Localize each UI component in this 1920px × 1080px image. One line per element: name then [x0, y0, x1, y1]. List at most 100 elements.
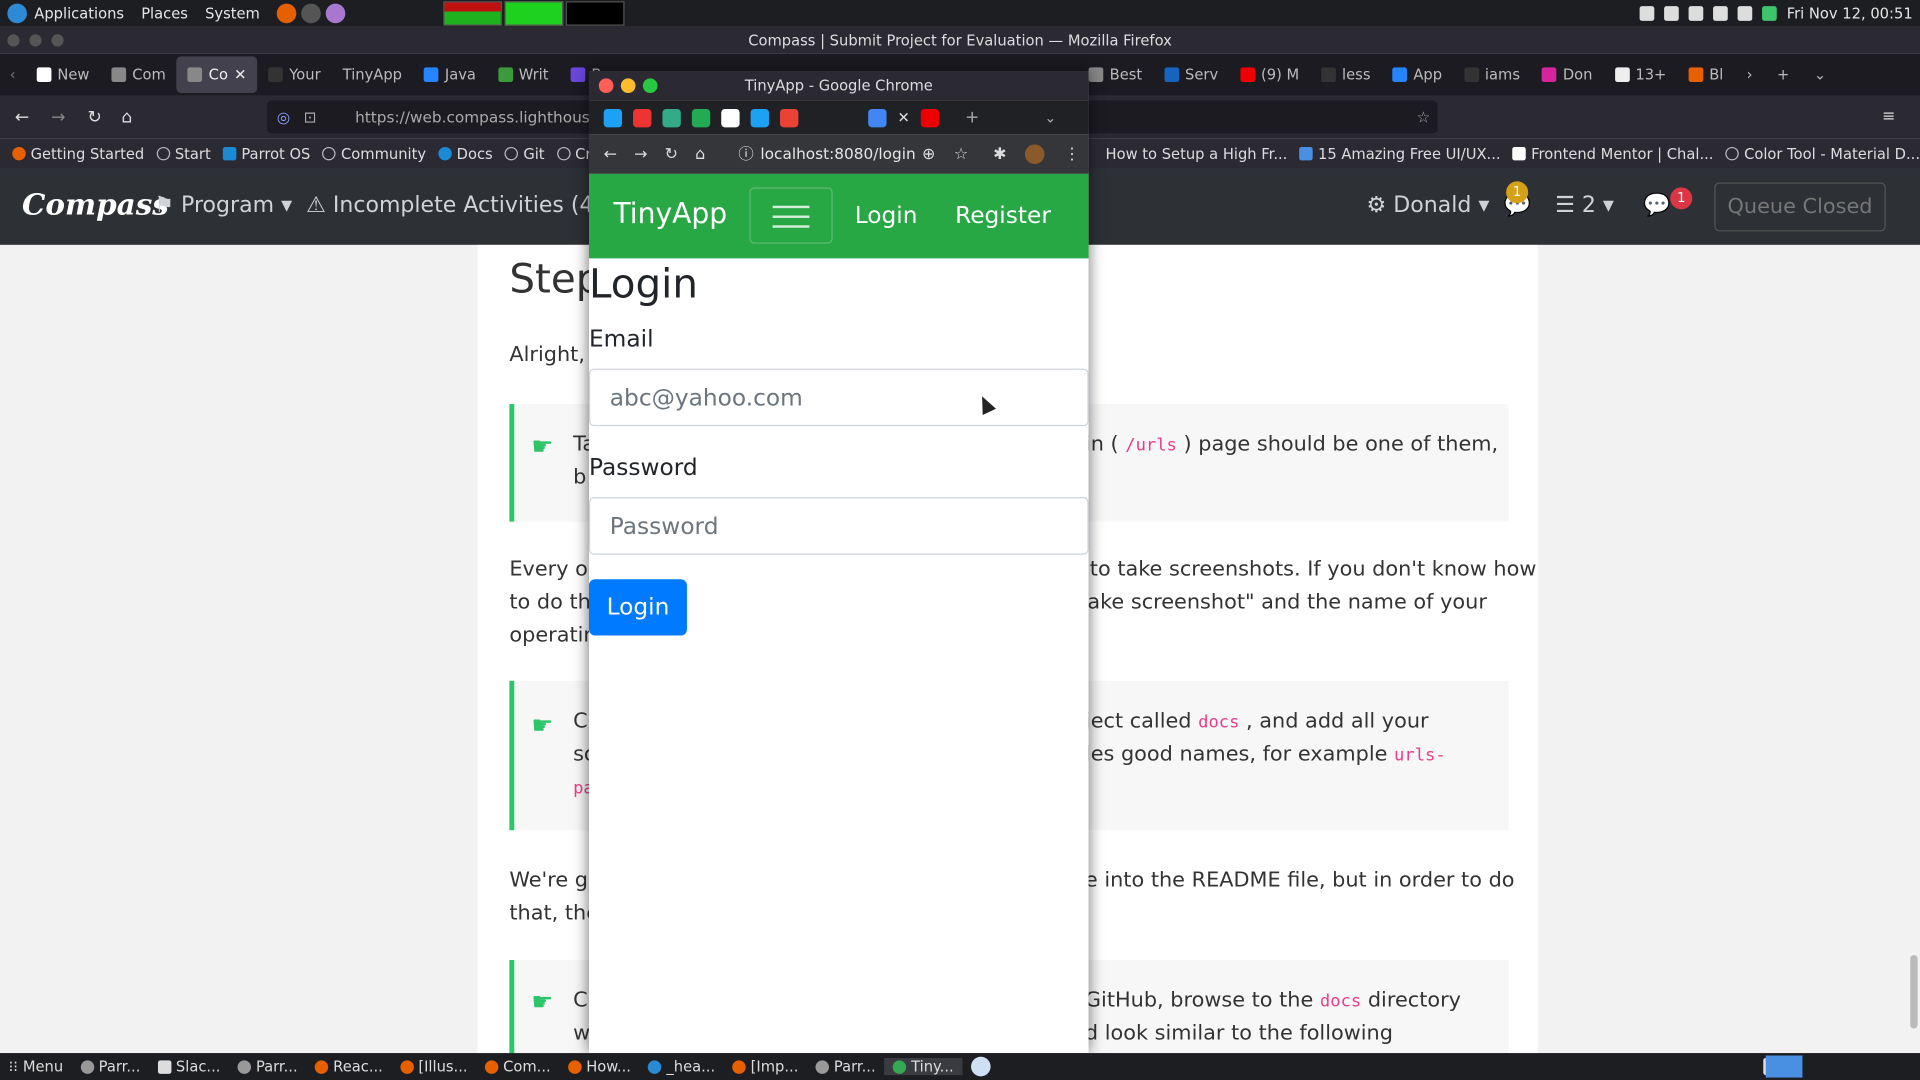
applications-menu[interactable]: Applications	[34, 5, 124, 22]
minimize-window-icon[interactable]	[620, 78, 636, 94]
display-icon[interactable]	[1688, 6, 1704, 21]
tab-favicon-icon[interactable]	[633, 108, 652, 127]
taskbar-item[interactable]: How...	[559, 1058, 639, 1075]
firefox-tab-active[interactable]: Co ✕	[176, 56, 258, 94]
taskbar-item[interactable]: Reac...	[306, 1058, 391, 1075]
terminal-launcher-icon[interactable]	[301, 3, 322, 24]
firefox-tab[interactable]: Com	[100, 56, 176, 93]
bookmark-star-icon[interactable]: ☆	[1416, 100, 1430, 133]
new-tab-icon[interactable]: +	[1765, 66, 1802, 83]
bookmark-item[interactable]: Start	[156, 145, 211, 162]
chrome-tab-search-icon[interactable]: ⌄	[1044, 109, 1056, 126]
firefox-tab[interactable]: iams	[1453, 56, 1531, 93]
bookmark-item[interactable]: Parrot OS	[222, 145, 310, 162]
battery-icon[interactable]	[1762, 6, 1777, 21]
workspace-switcher[interactable]	[1765, 1055, 1803, 1078]
firefox-tab[interactable]: 13+	[1604, 56, 1678, 93]
info-icon[interactable]: ⓘ	[738, 140, 753, 169]
firefox-tab[interactable]: less	[1310, 56, 1381, 93]
chrome-back-icon[interactable]: ←	[604, 145, 617, 163]
chrome-tab-close-icon[interactable]: ✕	[898, 109, 910, 126]
chrome-menu-icon[interactable]: ⋮	[1064, 145, 1080, 163]
taskbar-item[interactable]: Parr...	[807, 1058, 884, 1075]
list-dropdown[interactable]: ☰ 2 ▾	[1555, 192, 1614, 218]
tab-favicon-icon[interactable]	[839, 108, 857, 126]
messages-button[interactable]: 💬	[1643, 192, 1670, 218]
taskbar-item[interactable]: Parr...	[229, 1058, 306, 1075]
bluetooth-icon[interactable]	[1664, 6, 1679, 21]
bookmark-item[interactable]: Git	[504, 145, 545, 162]
bookmark-item[interactable]: Docs	[438, 145, 493, 162]
bookmark-item[interactable]: Community	[322, 145, 426, 162]
firefox-tab[interactable]: App	[1382, 56, 1454, 93]
places-menu[interactable]: Places	[141, 5, 188, 22]
compass-logo[interactable]: Compass	[22, 186, 169, 222]
firefox-tab[interactable]: New	[25, 56, 100, 93]
tab-favicon-icon[interactable]	[721, 108, 740, 127]
min-dot-icon[interactable]	[29, 34, 42, 47]
firefox-tab[interactable]: Your	[257, 56, 331, 93]
chrome-forward-icon[interactable]: →	[634, 145, 647, 163]
queue-closed-button[interactable]: Queue Closed	[1714, 182, 1886, 232]
taskbar-item[interactable]: Parr...	[72, 1058, 149, 1075]
email-field[interactable]: abc@yahoo.com	[588, 368, 1089, 427]
taskbar-item[interactable]: [Illus...	[391, 1058, 476, 1075]
back-icon[interactable]: ←	[15, 107, 29, 127]
user-dropdown[interactable]: ⚙ Donald ▾	[1367, 192, 1490, 218]
chrome-home-icon[interactable]: ⌂	[695, 145, 705, 163]
settings-tray-icon[interactable]	[1639, 6, 1655, 21]
bookmark-item[interactable]: Frontend Mentor | Chal...	[1512, 145, 1713, 162]
lock-icon[interactable]: ⊡	[304, 100, 317, 133]
password-field[interactable]: Password	[588, 497, 1089, 555]
firefox-tab[interactable]: Serv	[1153, 56, 1229, 93]
gmail-icon[interactable]	[780, 108, 799, 127]
nav-register-link[interactable]: Register	[955, 202, 1051, 229]
bookmark-item[interactable]: 15 Amazing Free UI/UX...	[1299, 145, 1501, 162]
tab-favicon-icon[interactable]	[809, 108, 827, 126]
tab-favicon-icon[interactable]	[691, 108, 711, 127]
incomplete-activities-link[interactable]: ⚠ Incomplete Activities (4)	[306, 192, 602, 218]
chrome-bookmark-icon[interactable]: ☆	[954, 145, 968, 163]
bookmark-item[interactable]: How to Setup a High Fr...	[1106, 145, 1288, 162]
tab-favicon-icon[interactable]	[662, 108, 681, 127]
zoom-icon[interactable]: ⊕	[922, 145, 935, 163]
tinyapp-brand[interactable]: TinyApp	[613, 198, 727, 230]
firefox-tab[interactable]: Best	[1078, 56, 1153, 93]
firefox-tab[interactable]: Bl	[1677, 56, 1734, 93]
reload-icon[interactable]: ↻	[88, 107, 102, 127]
shield-icon[interactable]: ◎	[277, 100, 290, 133]
firefox-tab[interactable]: Java	[413, 56, 487, 93]
taskbar-item[interactable]: _hea...	[639, 1058, 723, 1075]
chrome-reload-icon[interactable]: ↻	[665, 145, 678, 163]
chrome-new-tab-icon[interactable]: +	[965, 108, 979, 128]
firefox-tab[interactable]: (9) M	[1229, 56, 1310, 93]
home-icon[interactable]: ⌂	[121, 107, 132, 127]
maximize-window-icon[interactable]	[642, 78, 658, 94]
app-launcher-icon[interactable]	[325, 3, 346, 24]
page-scrollbar[interactable]	[1910, 955, 1918, 1029]
login-submit-button[interactable]: Login	[588, 579, 687, 636]
chrome-url-bar[interactable]: ⓘ localhost:8080/login	[731, 140, 951, 169]
clock[interactable]: Fri Nov 12, 00:51	[1787, 5, 1913, 22]
tab-favicon-icon[interactable]	[750, 108, 769, 127]
tab-scroll-left-icon[interactable]: ‹	[0, 66, 25, 83]
nav-login-link[interactable]: Login	[855, 202, 918, 229]
navbar-toggler-button[interactable]	[749, 187, 833, 244]
parrot-logo-icon[interactable]	[7, 3, 27, 24]
taskbar-item[interactable]: Com...	[476, 1058, 559, 1075]
menu-button[interactable]: ⁝⁝ Menu	[0, 1058, 72, 1075]
profile-avatar[interactable]	[1024, 144, 1045, 165]
close-dot-icon[interactable]	[7, 34, 20, 47]
firefox-tab[interactable]: Writ	[487, 56, 560, 93]
max-dot-icon[interactable]	[51, 34, 64, 47]
program-dropdown[interactable]: ⚑ Program ▾	[154, 192, 292, 218]
forward-icon[interactable]: →	[51, 107, 65, 127]
firefox-menu-icon[interactable]: ≡	[1882, 108, 1895, 126]
firefox-launcher-icon[interactable]	[277, 3, 297, 24]
tab-favicon-icon[interactable]	[868, 108, 887, 127]
volume-icon[interactable]	[1713, 6, 1728, 21]
taskbar-item[interactable]	[962, 1056, 999, 1077]
tab-favicon-icon[interactable]	[603, 108, 623, 127]
extensions-icon[interactable]: ✱	[993, 145, 1006, 163]
firefox-tab[interactable]: TinyApp	[332, 56, 413, 93]
